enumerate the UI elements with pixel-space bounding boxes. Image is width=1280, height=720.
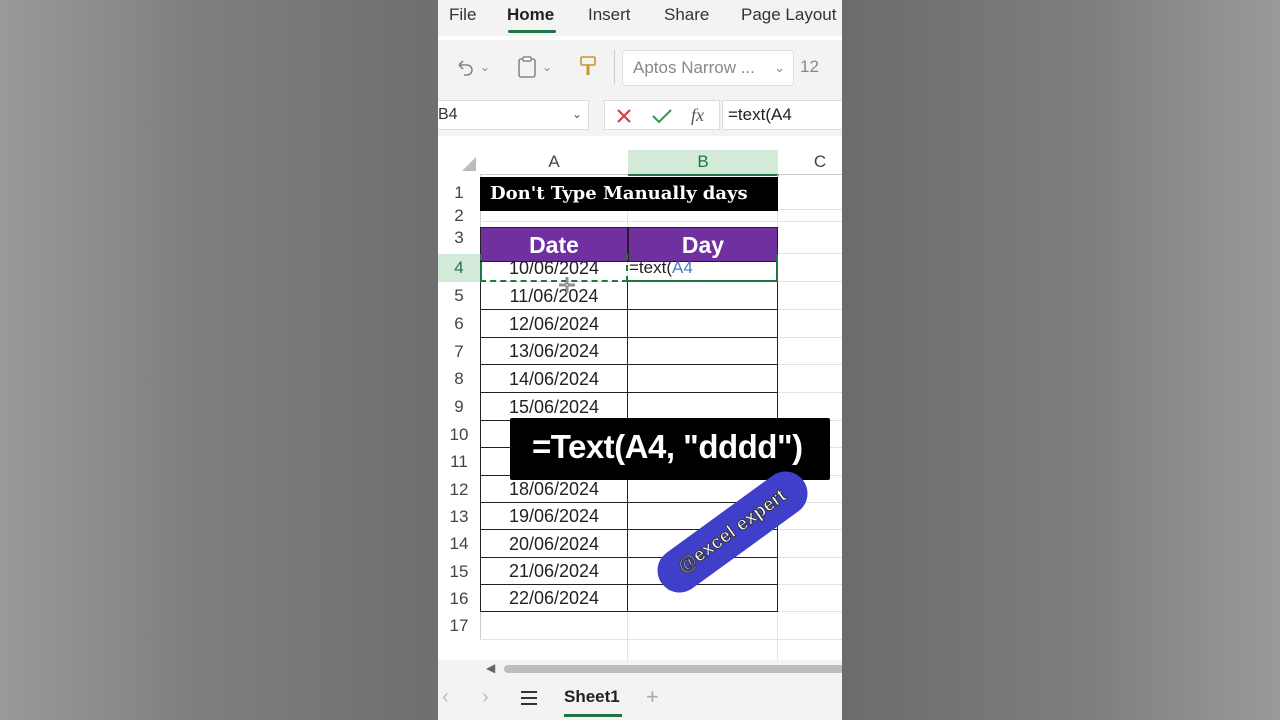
font-size-value: 12 <box>800 57 819 76</box>
toolbar-divider <box>614 50 615 84</box>
day-cell[interactable] <box>628 365 778 393</box>
clipboard-icon <box>518 56 536 78</box>
row-header-16[interactable]: 16 <box>438 585 481 612</box>
date-cell[interactable]: 18/06/2024 <box>480 476 628 503</box>
name-box-value: B4 <box>438 106 458 123</box>
formula-tip-text: =Text(A4, "dddd") <box>532 428 803 465</box>
row-header-5[interactable]: 5 <box>438 282 481 310</box>
select-all-icon <box>462 157 476 171</box>
row-header-3[interactable]: 3 <box>438 222 481 254</box>
date-cell[interactable]: 10/06/2024 <box>480 254 628 282</box>
gridline <box>480 639 842 640</box>
scroll-left-icon[interactable]: ◀ <box>486 661 495 675</box>
select-all-corner[interactable] <box>438 150 481 176</box>
tab-page-layout[interactable]: Page Layout <box>741 5 836 25</box>
day-cell[interactable] <box>628 282 778 310</box>
day-cell[interactable] <box>628 393 778 421</box>
row-header-15[interactable]: 15 <box>438 558 481 585</box>
active-cell-b4[interactable]: =text(A4 <box>628 254 778 282</box>
tab-insert[interactable]: Insert <box>588 5 631 25</box>
active-tab-indicator <box>508 30 556 33</box>
row-header-11[interactable]: 11 <box>438 448 481 476</box>
formula-text: =text(A4 <box>728 105 792 124</box>
cancel-icon[interactable] <box>615 107 633 125</box>
excel-app-screen: File Home Insert Share Page Layout ⌄ ⌄ A… <box>438 0 842 720</box>
row-header-10[interactable]: 10 <box>438 421 481 448</box>
row-header-8[interactable]: 8 <box>438 365 481 393</box>
date-cell[interactable]: 11/06/2024 <box>480 282 628 310</box>
worksheet-grid[interactable]: A B C 1 2 3 4 5 6 7 8 9 10 11 12 13 14 15 16 17 Don't Ty… <box>438 150 842 662</box>
font-size-dropdown[interactable]: 12 ⌄ <box>790 50 842 84</box>
row-header-7[interactable]: 7 <box>438 338 481 365</box>
tab-share[interactable]: Share <box>664 5 709 25</box>
format-painter-icon <box>580 56 596 75</box>
menu-bar: File Home Insert Share Page Layout <box>438 0 842 36</box>
font-name-value: Aptos Narrow ... <box>633 58 755 77</box>
ribbon-toolbar: ⌄ ⌄ Aptos Narrow ... ⌄ 12 ⌄ <box>438 40 842 96</box>
font-name-dropdown[interactable]: Aptos Narrow ... ⌄ <box>622 50 794 86</box>
cell-reference: A4 <box>672 258 693 277</box>
row-header-17[interactable]: 17 <box>438 612 481 640</box>
column-header-c[interactable]: C <box>778 150 842 175</box>
format-painter-button[interactable] <box>578 52 598 82</box>
horizontal-scrollbar[interactable]: ◀ <box>438 660 842 678</box>
date-cell[interactable]: 14/06/2024 <box>480 365 628 393</box>
name-box[interactable]: B4 ⌄ <box>438 100 589 130</box>
sheet-list-icon[interactable] <box>520 690 538 706</box>
row-header-13[interactable]: 13 <box>438 503 481 530</box>
scroll-thumb[interactable] <box>504 665 842 673</box>
date-cell[interactable]: 20/06/2024 <box>480 530 628 558</box>
chevron-down-icon: ⌄ <box>571 107 582 121</box>
row-header-2[interactable]: 2 <box>438 207 481 224</box>
title-cell[interactable]: Don't Type Manually days <box>480 177 778 211</box>
undo-button[interactable]: ⌄ <box>454 52 490 82</box>
row-header-6[interactable]: 6 <box>438 310 481 338</box>
chevron-down-icon: ⌄ <box>542 60 553 74</box>
row-header-14[interactable]: 14 <box>438 530 481 558</box>
sheet-tab-sheet1[interactable]: Sheet1 <box>564 687 620 707</box>
formula-actions: fx <box>604 100 720 130</box>
chevron-down-icon: ⌄ <box>774 60 785 75</box>
tab-home[interactable]: Home <box>507 5 554 25</box>
date-cell[interactable]: 21/06/2024 <box>480 558 628 585</box>
sheet-tab-bar: ‹ › Sheet1 + <box>438 678 842 720</box>
formula-input[interactable]: =text(A4 <box>722 100 842 130</box>
next-sheet-icon[interactable]: › <box>482 686 489 709</box>
chevron-down-icon: ⌄ <box>840 59 842 75</box>
chevron-down-icon: ⌄ <box>480 60 491 74</box>
move-cursor-icon <box>558 276 576 299</box>
row-header-4[interactable]: 4 <box>438 254 482 282</box>
gridline <box>480 221 842 222</box>
day-cell[interactable] <box>628 585 778 612</box>
date-cell[interactable]: 15/06/2024 <box>480 393 628 421</box>
paste-button[interactable]: ⌄ <box>516 52 552 82</box>
confirm-check-icon[interactable] <box>651 107 673 125</box>
prev-sheet-icon[interactable]: ‹ <box>442 686 449 709</box>
formula-prefix: =text( <box>629 258 672 277</box>
tab-file[interactable]: File <box>449 5 476 25</box>
active-sheet-indicator <box>564 714 622 717</box>
date-cell[interactable]: 12/06/2024 <box>480 310 628 338</box>
insert-function-icon[interactable]: fx <box>691 105 704 126</box>
date-cell[interactable]: 22/06/2024 <box>480 585 628 612</box>
row-header-1[interactable]: 1 <box>438 175 481 210</box>
day-cell[interactable] <box>628 310 778 338</box>
day-cell[interactable] <box>628 338 778 365</box>
undo-icon <box>458 60 473 76</box>
formula-bar: B4 ⌄ fx =text(A4 <box>438 96 842 136</box>
row-header-9[interactable]: 9 <box>438 393 481 421</box>
row-header-12[interactable]: 12 <box>438 476 481 503</box>
date-cell[interactable]: 13/06/2024 <box>480 338 628 365</box>
column-header-b[interactable]: B <box>628 150 779 176</box>
add-sheet-icon[interactable]: + <box>646 684 659 710</box>
column-header-a[interactable]: A <box>480 150 629 175</box>
date-cell[interactable]: 19/06/2024 <box>480 503 628 530</box>
